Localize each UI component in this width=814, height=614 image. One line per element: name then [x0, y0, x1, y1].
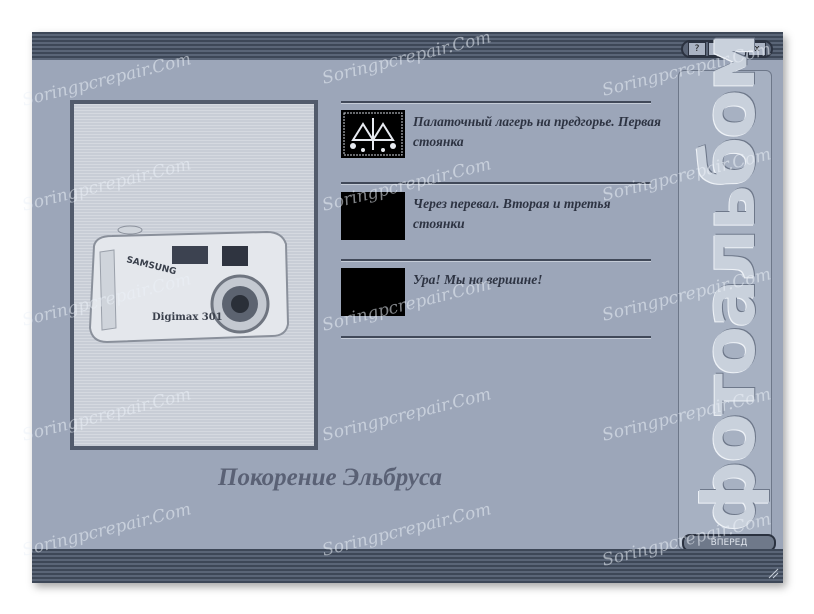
app-vertical-title: фотоальбом [687, 34, 771, 532]
thumbnail-image[interactable] [341, 268, 405, 316]
divider [341, 182, 651, 184]
item-caption[interactable]: Палаточный лагерь на предгорье. Первая с… [413, 112, 663, 152]
item-caption[interactable]: Через перевал. Вторая и третья стоянки [413, 194, 663, 234]
divider [341, 259, 651, 261]
item-caption[interactable]: Ура! Мы на вершине! [413, 270, 663, 290]
list-item[interactable]: Через перевал. Вторая и третья стоянки [341, 192, 661, 244]
list-item[interactable]: Ура! Мы на вершине! [341, 268, 661, 320]
camera-model-label: Digimax 301 [152, 312, 223, 323]
list-item[interactable]: Палаточный лагерь на предгорье. Первая с… [341, 110, 661, 162]
status-bar [32, 549, 783, 583]
thumbnail-image[interactable] [341, 192, 405, 240]
camera-image: SAMSUNG Digimax 301 [88, 225, 290, 344]
title-bar[interactable] [32, 32, 783, 60]
app-window: ? _ □ x фотоальбом ВПЕРЕД SAMSUNG Digima… [32, 32, 783, 583]
camp-thumbnail-icon [341, 110, 405, 158]
thumbnail-image[interactable] [341, 110, 405, 158]
album-cover-photo[interactable]: SAMSUNG Digimax 301 [70, 100, 318, 450]
album-title: Покорение Эльбруса [218, 464, 442, 491]
divider [341, 101, 651, 103]
divider [341, 336, 651, 338]
resize-grip-icon[interactable] [767, 567, 779, 579]
